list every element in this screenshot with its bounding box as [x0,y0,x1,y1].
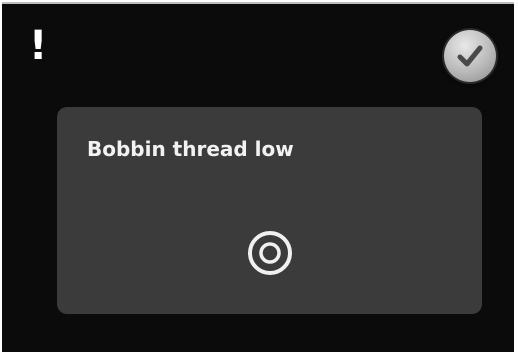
bobbin-icon [248,231,292,275]
message-title: Bobbin thread low [87,137,294,161]
dialog-screen: ! Bobbin thread low [2,2,514,352]
alert-exclamation-icon: ! [29,23,48,69]
checkmark-icon [457,45,483,67]
message-panel: Bobbin thread low [57,107,482,314]
confirm-button[interactable] [444,30,496,82]
